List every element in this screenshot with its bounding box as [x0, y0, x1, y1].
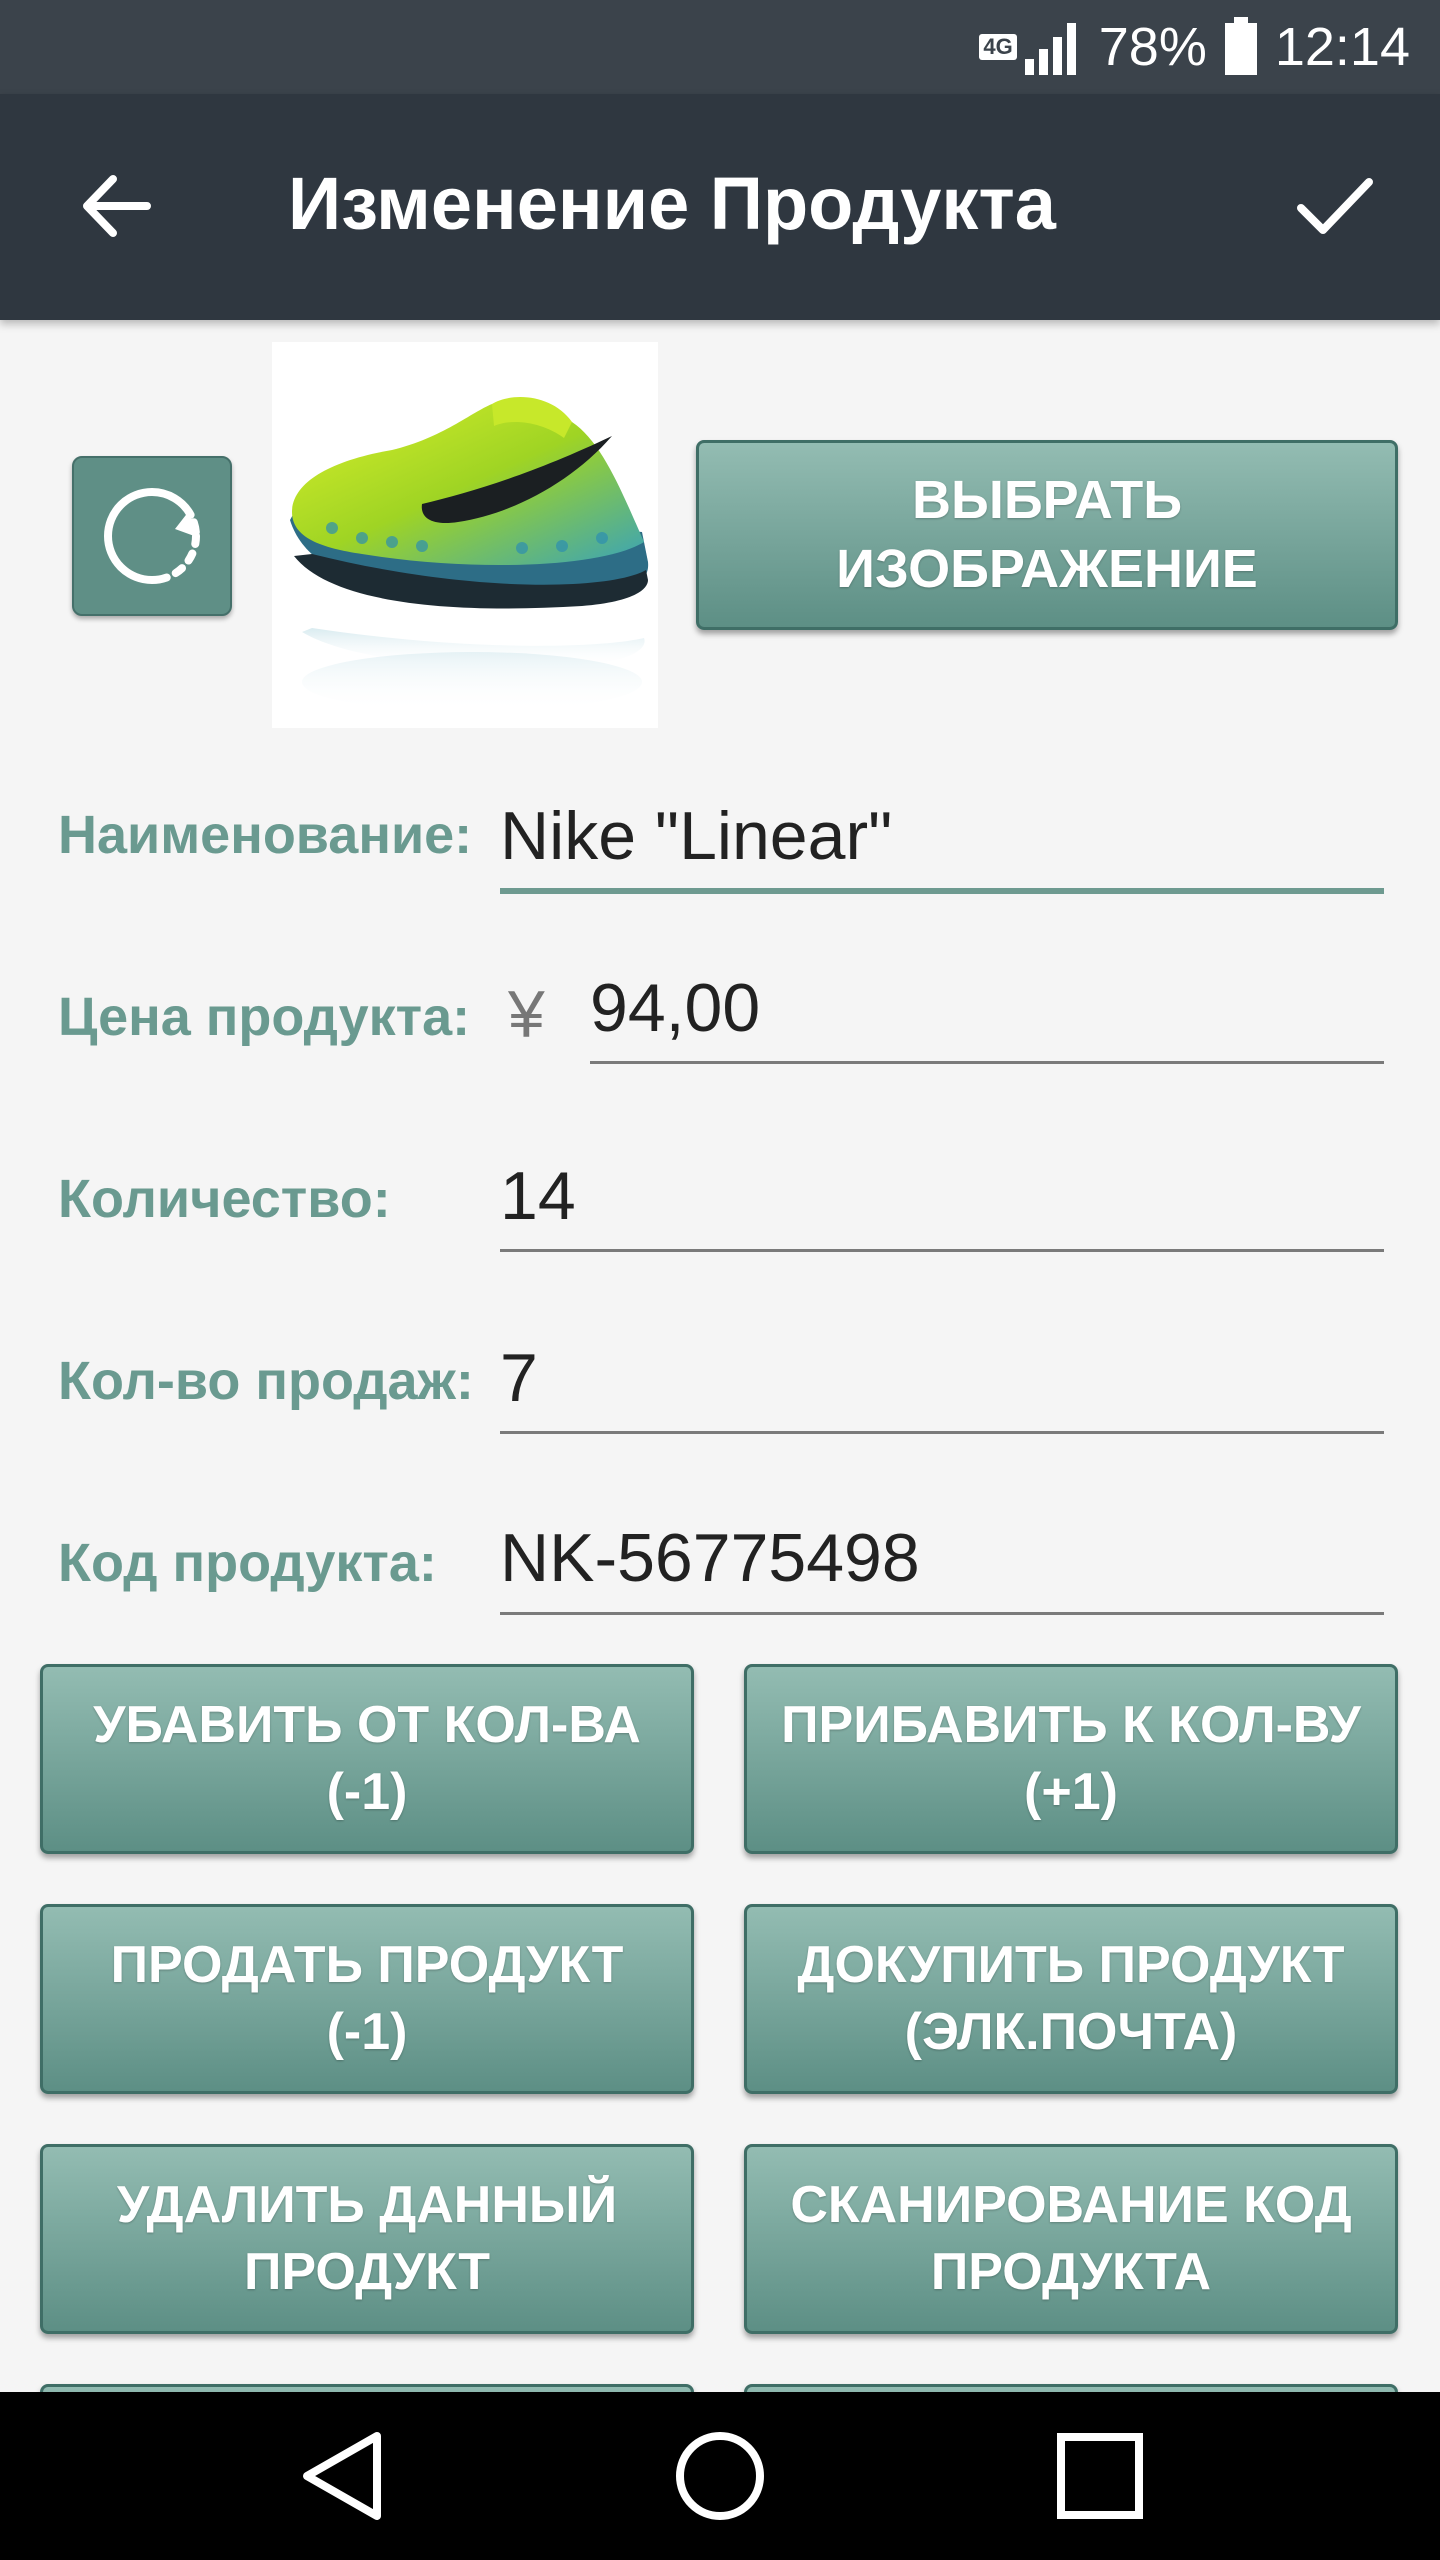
status-bar: 4G 78% 12:14 [0, 0, 1440, 94]
sell-product-button[interactable]: ПРОДАТЬ ПРОДУКТ (-1) [40, 1904, 694, 2094]
reorder-product-button[interactable]: ДОКУПИТЬ ПРОДУКТ (ЭЛК.ПОЧТА) [744, 1904, 1398, 2094]
battery-percent: 78% [1098, 17, 1207, 77]
sales-label: Кол-во продаж: [58, 1351, 474, 1411]
sales-underline [500, 1431, 1384, 1434]
page-title: Изменение Продукта [288, 162, 1056, 245]
price-field[interactable] [590, 968, 1380, 1048]
button-line: УДАЛИТЬ ДАННЫЙ [116, 2176, 618, 2235]
sales-field[interactable] [500, 1338, 1380, 1418]
shoe-image [290, 397, 649, 712]
product-image [272, 342, 658, 728]
delete-product-button[interactable]: УДАЛИТЬ ДАННЫЙ ПРОДУКТ [40, 2144, 694, 2334]
button-line: УБАВИТЬ ОТ КОЛ-ВА [93, 1696, 641, 1755]
pick-image-button[interactable]: ВЫБРАТЬ ИЗОБРАЖЕНИЕ [696, 440, 1398, 630]
navigation-bar [0, 2392, 1440, 2560]
name-field[interactable] [500, 796, 1380, 876]
back-button[interactable] [60, 156, 170, 256]
button-line: (-1) [326, 2003, 408, 2061]
increase-quantity-button[interactable]: ПРИБАВИТЬ К КОЛ-ВУ (+1) [744, 1664, 1398, 1854]
nav-recents-square-icon [1057, 2433, 1143, 2519]
button-line: (ЭЛК.ПОЧТА) [904, 2003, 1238, 2061]
decrease-quantity-button[interactable]: УБАВИТЬ ОТ КОЛ-ВА (-1) [40, 1664, 694, 1854]
button-line: ДОКУПИТЬ ПРОДУКТ [797, 1936, 1345, 1995]
rotate-icon [104, 488, 200, 584]
confirm-button[interactable] [1280, 156, 1390, 256]
checkmark-icon [1297, 178, 1373, 234]
quantity-label: Количество: [58, 1169, 391, 1229]
nav-back-button[interactable] [282, 2416, 402, 2536]
nav-home-button[interactable] [660, 2416, 780, 2536]
code-field[interactable] [500, 1518, 1380, 1598]
code-label: Код продукта: [58, 1533, 437, 1593]
rotate-image-button[interactable] [72, 456, 232, 616]
quantity-field[interactable] [500, 1156, 1380, 1236]
button-line: (-1) [326, 1763, 408, 1821]
button-line: СКАНИРОВАНИЕ КОД [790, 2176, 1352, 2235]
button-line: ПРОДАТЬ ПРОДУКТ [110, 1936, 624, 1995]
app-bar: Изменение Продукта [0, 94, 1440, 320]
clock: 12:14 [1274, 17, 1410, 77]
nav-recents-button[interactable] [1040, 2416, 1160, 2536]
name-label: Наименование: [58, 805, 473, 865]
nav-home-circle-icon [676, 2432, 764, 2520]
price-label: Цена продукта: [58, 987, 471, 1047]
button-line: ПРОДУКТА [930, 2243, 1212, 2301]
arrow-left-icon [83, 175, 151, 237]
scan-code-button[interactable]: СКАНИРОВАНИЕ КОД ПРОДУКТА [744, 2144, 1398, 2334]
price-underline [590, 1061, 1384, 1064]
network-indicator: 4G [979, 19, 1082, 75]
button-line: (+1) [1024, 1763, 1118, 1821]
quantity-underline [500, 1249, 1384, 1252]
name-underline [500, 888, 1384, 894]
battery-icon [1224, 17, 1257, 75]
network-type: 4G [979, 34, 1017, 60]
code-underline [500, 1612, 1384, 1615]
nav-back-triangle-icon [303, 2432, 381, 2520]
signal-icon [1024, 23, 1076, 75]
button-line: ПРОДУКТ [244, 2243, 490, 2301]
button-line: ПРИБАВИТЬ К КОЛ-ВУ [781, 1696, 1361, 1755]
currency-symbol: ¥ [508, 977, 545, 1051]
